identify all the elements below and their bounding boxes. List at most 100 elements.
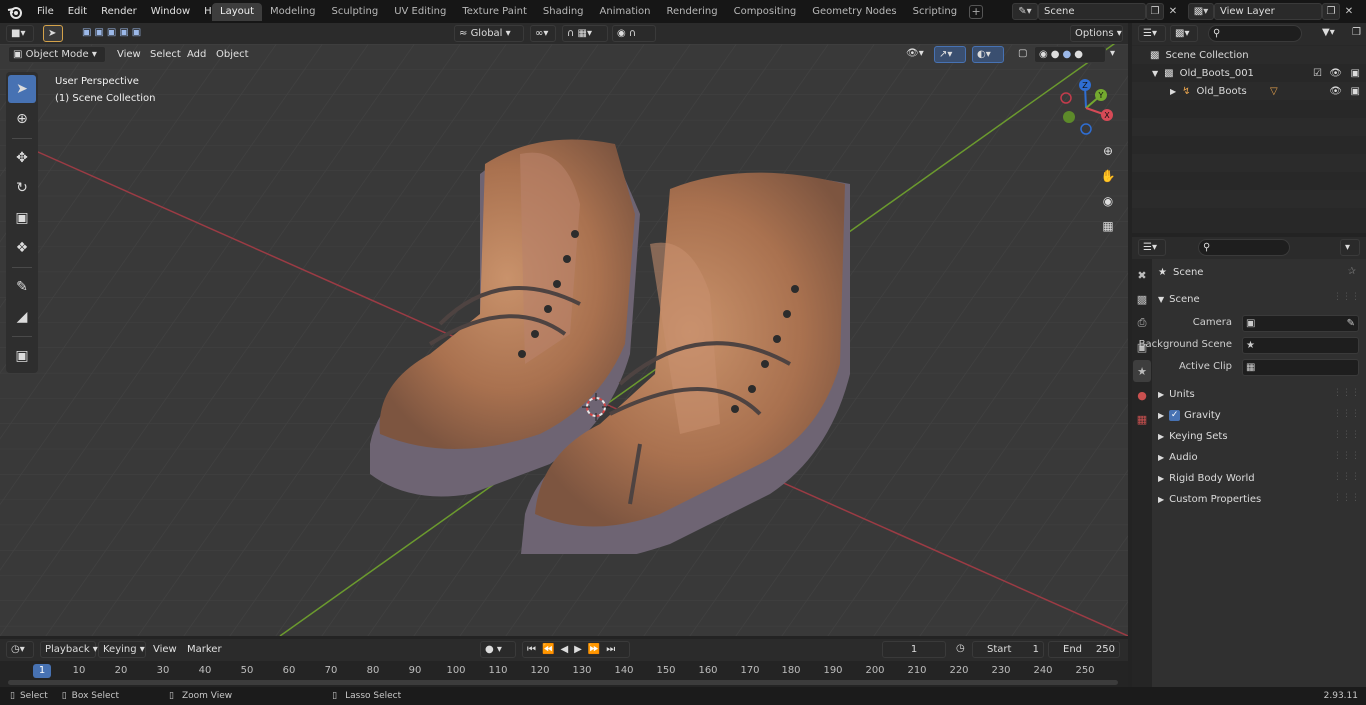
playback-menu[interactable]: Playback ▾ <box>40 641 98 658</box>
tool-tab-icon[interactable]: ✖ <box>1133 264 1151 286</box>
tab-shading[interactable]: Shading <box>535 3 592 21</box>
menu-view[interactable]: View <box>112 46 146 63</box>
shading-mode-icons[interactable]: ◉●●● <box>1034 46 1106 63</box>
old-boots-model[interactable] <box>350 94 870 554</box>
exclude-checkbox-icon[interactable]: ☑ <box>1313 68 1322 79</box>
drag-grip-icon[interactable]: ⋮⋮⋮ <box>1333 409 1360 419</box>
gravity-panel-header[interactable]: ▶ ✓ Gravity <box>1158 405 1221 425</box>
measure-tool-icon[interactable]: ◢ <box>8 303 36 331</box>
end-frame-field[interactable]: End 250 <box>1048 641 1120 658</box>
tab-texture-paint[interactable]: Texture Paint <box>454 3 535 21</box>
new-view-layer-icon[interactable]: ❐ <box>1322 2 1340 20</box>
frame-ruler[interactable]: 1 10 20 30 40 50 60 70 80 90 100 110 120… <box>0 661 1128 687</box>
drag-grip-icon[interactable]: ⋮⋮⋮ <box>1333 388 1360 398</box>
custom-properties-panel-header[interactable]: ▶ Custom Properties <box>1158 489 1261 509</box>
background-scene-field[interactable]: ★ <box>1242 337 1359 354</box>
overlays-toggle-icon[interactable]: ◐▾ <box>972 46 1004 63</box>
tab-sculpting[interactable]: Sculpting <box>324 3 387 21</box>
delete-scene-icon[interactable]: ✕ <box>1164 3 1182 20</box>
timeline-view-menu[interactable]: View <box>148 641 182 658</box>
view-layer-icon[interactable]: ▩▾ <box>1188 2 1214 20</box>
texture-tab-icon[interactable]: ▦ <box>1133 408 1151 430</box>
stopwatch-icon[interactable]: ◷ <box>952 641 968 658</box>
menu-window[interactable]: Window <box>144 0 197 23</box>
tab-geometry-nodes[interactable]: Geometry Nodes <box>804 3 904 21</box>
output-tab-icon[interactable]: ⎙ <box>1133 312 1151 334</box>
drag-grip-icon[interactable]: ⋮⋮⋮ <box>1333 472 1360 482</box>
drag-grip-icon[interactable]: ⋮⋮⋮ <box>1333 430 1360 440</box>
camera-icon[interactable]: ▣ <box>1351 68 1360 79</box>
gizmo-toggle-icon[interactable]: ↗▾ <box>934 46 966 63</box>
display-mode-icon[interactable]: ▩▾ <box>1170 25 1198 42</box>
menu-file[interactable]: File <box>30 0 61 23</box>
snap-icon[interactable]: ∩ ▦▾ <box>562 25 608 42</box>
keying-sets-panel-header[interactable]: ▶ Keying Sets <box>1158 426 1228 446</box>
render-tab-icon[interactable]: ▩ <box>1133 288 1151 310</box>
move-tool-icon[interactable]: ✥ <box>8 144 36 172</box>
object-mode-dropdown[interactable]: ▣ Object Mode ▾ <box>8 46 106 63</box>
outliner-search-input[interactable]: ⚲ <box>1208 25 1302 42</box>
current-frame-field[interactable]: 1 <box>882 641 946 658</box>
camera-icon[interactable]: ▣ <box>1351 86 1360 97</box>
add-cube-tool-icon[interactable]: ▣ <box>8 342 36 370</box>
tab-layout[interactable]: Layout <box>212 3 262 21</box>
proportional-edit-icon[interactable]: ◉ ∩ <box>612 25 656 42</box>
blender-logo-icon[interactable] <box>0 0 30 23</box>
active-clip-field[interactable]: ▦ <box>1242 359 1359 376</box>
eye-icon[interactable]: 👁 <box>1329 68 1342 79</box>
scale-tool-icon[interactable]: ▣ <box>8 204 36 232</box>
properties-options-icon[interactable]: ▾ <box>1340 239 1360 256</box>
expand-chevron-icon[interactable]: ▶ <box>1170 87 1176 96</box>
camera-field[interactable]: ▣ ✎ <box>1242 315 1359 332</box>
tab-uv-editing[interactable]: UV Editing <box>386 3 454 21</box>
scene-icon[interactable]: ✎▾ <box>1012 2 1038 20</box>
playback-controls[interactable]: ⏮⏪◀▶⏩⏭ <box>522 641 630 658</box>
rotate-tool-icon[interactable]: ↻ <box>8 174 36 202</box>
marker-menu[interactable]: Marker <box>182 641 227 658</box>
units-panel-header[interactable]: ▶ Units <box>1158 384 1195 404</box>
outliner-row-scene-collection[interactable]: ▩ Scene Collection <box>1132 46 1366 64</box>
tab-scripting[interactable]: Scripting <box>905 3 965 21</box>
menu-select[interactable]: Select <box>145 46 186 63</box>
menu-edit[interactable]: Edit <box>61 0 94 23</box>
tab-rendering[interactable]: Rendering <box>659 3 726 21</box>
new-scene-icon[interactable]: ❐ <box>1146 2 1164 20</box>
view-layer-name-field[interactable]: View Layer <box>1214 2 1322 20</box>
properties-search-input[interactable]: ⚲ <box>1198 239 1290 256</box>
annotate-tool-icon[interactable]: ✎ <box>8 273 36 301</box>
start-frame-field[interactable]: Start 1 <box>972 641 1044 658</box>
xray-toggle-icon[interactable]: ▢ <box>1014 46 1030 63</box>
scene-name-field[interactable]: Scene <box>1038 2 1146 20</box>
shading-options-icon[interactable]: ▾ <box>1106 46 1122 63</box>
menu-render[interactable]: Render <box>94 0 144 23</box>
pivot-point-icon[interactable]: ∞▾ <box>530 25 556 42</box>
3d-cursor-icon[interactable] <box>582 393 610 421</box>
camera-view-icon[interactable]: ◉ <box>1097 190 1119 212</box>
pan-hand-icon[interactable]: ✋ <box>1097 165 1119 187</box>
delete-view-layer-icon[interactable]: ✕ <box>1340 3 1358 20</box>
transform-tool-icon[interactable]: ❖ <box>8 234 36 262</box>
world-tab-icon[interactable]: ● <box>1133 384 1151 406</box>
outliner-row-old-boots-001[interactable]: ▼ ▩ Old_Boots_001 ☑ 👁 ▣ <box>1132 64 1366 82</box>
orthographic-grid-icon[interactable]: ▦ <box>1097 215 1119 237</box>
keying-menu[interactable]: Keying ▾ <box>98 641 146 658</box>
expand-chevron-icon[interactable]: ▼ <box>1152 69 1158 78</box>
3d-viewport[interactable]: User Perspective (1) Scene Collection Z … <box>0 44 1128 636</box>
new-collection-icon[interactable]: ❐ <box>1348 25 1364 42</box>
filter-icon[interactable]: ▼▾ <box>1318 25 1346 42</box>
menu-add[interactable]: Add <box>182 46 211 63</box>
scene-tab-icon[interactable]: ★ <box>1133 360 1151 382</box>
tab-animation[interactable]: Animation <box>592 3 659 21</box>
scene-panel-header[interactable]: ▼ Scene <box>1158 289 1200 309</box>
menu-object[interactable]: Object <box>211 46 254 63</box>
audio-panel-header[interactable]: ▶ Audio <box>1158 447 1198 467</box>
tab-compositing[interactable]: Compositing <box>726 3 805 21</box>
eye-icon[interactable]: 👁 <box>1329 86 1342 97</box>
zoom-icon[interactable]: ⊕ <box>1097 140 1119 162</box>
auto-keying-icon[interactable]: ● ▾ <box>480 641 516 658</box>
select-tool-icon[interactable]: ➤ <box>43 25 63 42</box>
options-dropdown[interactable]: Options ▾ <box>1070 25 1123 42</box>
tab-modeling[interactable]: Modeling <box>262 3 324 21</box>
editor-type-icon[interactable]: ■▾ <box>6 25 34 42</box>
properties-editor-type-icon[interactable]: ☰▾ <box>1138 239 1166 256</box>
